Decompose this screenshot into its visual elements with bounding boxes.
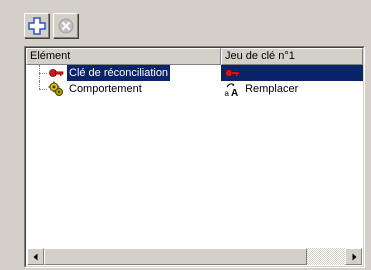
svg-text:A: A xyxy=(231,88,238,97)
scroll-thumb[interactable] xyxy=(44,248,307,265)
grid-header: Elément Jeu de clé n°1 xyxy=(26,48,363,65)
svg-text:a: a xyxy=(225,89,230,97)
scroll-left-button[interactable] xyxy=(27,248,44,265)
column-header-element[interactable]: Elément xyxy=(26,48,221,65)
delete-x-icon xyxy=(58,18,73,33)
element-label: Comportement xyxy=(69,83,142,95)
key-set-cell[interactable]: a A Remplacer xyxy=(221,81,363,97)
scroll-right-button[interactable] xyxy=(345,248,362,265)
key-set-value: Remplacer xyxy=(245,83,299,95)
delete-button[interactable] xyxy=(53,13,78,38)
add-button[interactable] xyxy=(24,13,49,38)
replace-icon: a A xyxy=(225,83,238,97)
toolbar xyxy=(24,13,78,39)
tree-line xyxy=(39,89,47,90)
element-cell[interactable]: Comportement xyxy=(26,81,221,97)
key-icon xyxy=(225,69,240,77)
element-label: Clé de réconciliation xyxy=(67,65,171,81)
horizontal-scrollbar[interactable] xyxy=(27,248,362,265)
arrow-left-icon xyxy=(33,253,37,260)
gears-icon xyxy=(48,81,63,96)
tree-line xyxy=(39,73,47,74)
plus-icon xyxy=(27,16,46,35)
column-header-key-set-1[interactable]: Jeu de clé n°1 xyxy=(221,48,363,65)
grid-rows: Clé de réconciliation Comportement a A R… xyxy=(26,65,363,97)
element-grid: Elément Jeu de clé n°1 Clé de réconcilia… xyxy=(24,46,365,268)
key-set-cell[interactable] xyxy=(221,65,363,81)
key-icon xyxy=(49,69,64,77)
arrow-right-icon xyxy=(352,253,356,260)
element-cell[interactable]: Clé de réconciliation xyxy=(26,65,221,81)
tree-line xyxy=(39,81,40,89)
table-row-behaviour[interactable]: Comportement a A Remplacer xyxy=(26,81,363,97)
table-row-reconciliation-key[interactable]: Clé de réconciliation xyxy=(26,65,363,81)
